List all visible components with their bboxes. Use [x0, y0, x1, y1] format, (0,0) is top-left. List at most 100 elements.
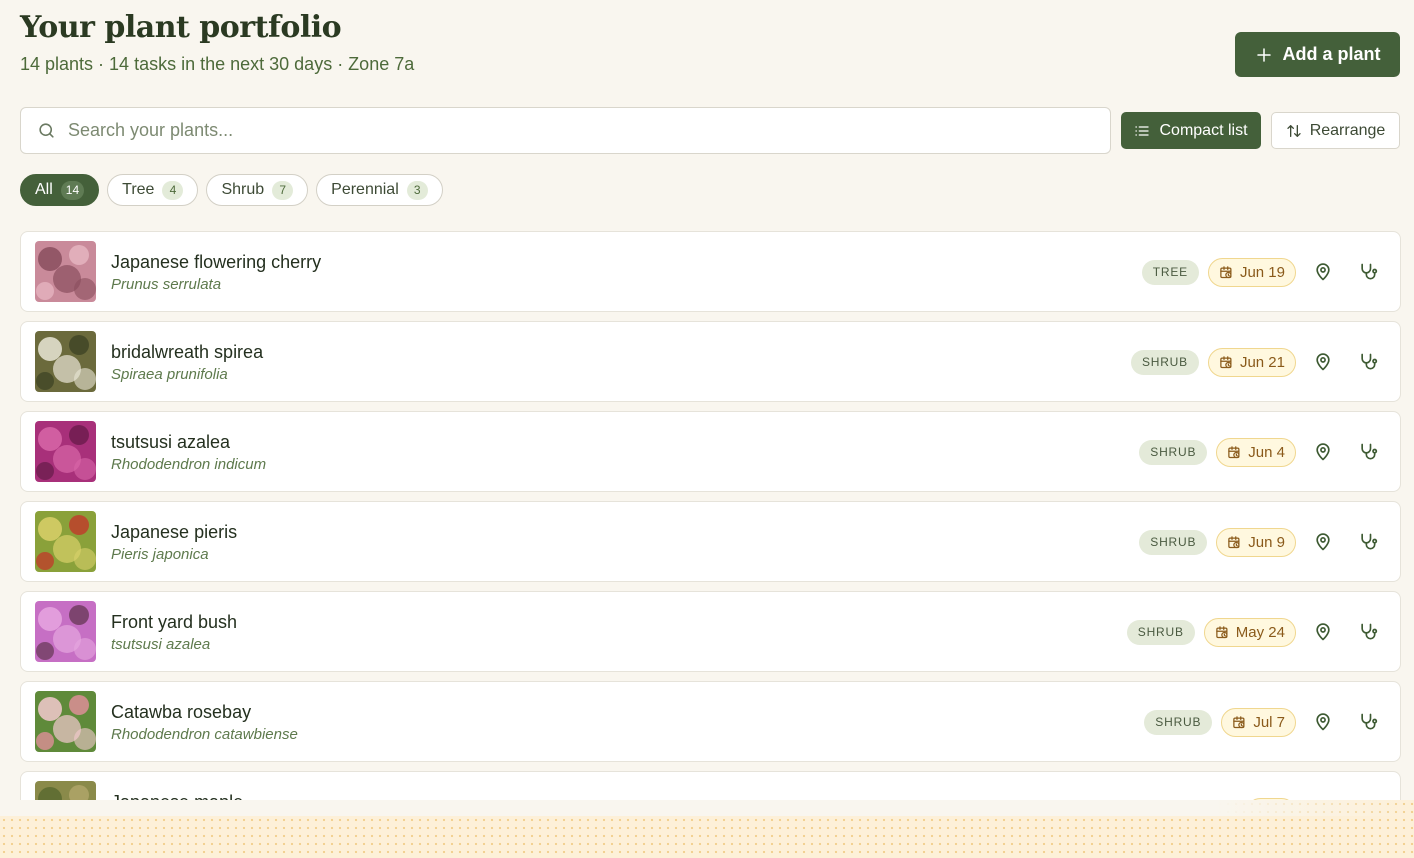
compact-list-label: Compact list: [1159, 121, 1248, 139]
map-pin-icon: [1316, 443, 1330, 461]
map-pin-icon: [1316, 353, 1330, 371]
plant-row[interactable]: Japanese flowering cherry Prunus serrulat…: [20, 231, 1401, 312]
filter-chips: All 14 Tree 4 Shrub 7 Perennial 3: [20, 174, 443, 206]
calendar-clock-icon: [1220, 355, 1232, 368]
plant-row[interactable]: tsutsusi azalea Rhododendron indicum SHRUB…: [20, 411, 1401, 492]
plant-row-actions: SHRUB Jun 9: [1139, 527, 1386, 557]
plant-common-name: Front yard bush: [111, 612, 238, 632]
next-task-date-badge[interactable]: Jun 19: [1207, 257, 1296, 287]
location-button[interactable]: [1305, 527, 1341, 557]
plant-names: Front yard bush tsutsusi azalea: [111, 612, 237, 653]
stethoscope-icon: [1361, 533, 1378, 550]
search-icon: [39, 123, 54, 138]
next-task-date: Jun 4: [1248, 443, 1285, 461]
filter-chip-count: 14: [60, 180, 85, 200]
filter-chip-label: Tree: [122, 181, 155, 198]
plant-names: Catawba rosebay Rhododendron catawbiense: [111, 702, 298, 743]
plant-thumbnail: [35, 241, 96, 302]
plant-type-badge: SHRUB: [1144, 709, 1213, 735]
location-button[interactable]: [1305, 437, 1341, 467]
page-subtitle: 14 plants · 14 tasks in the next 30 days…: [20, 54, 415, 74]
next-task-date-badge[interactable]: Jun 4: [1216, 437, 1296, 467]
plant-row-actions: SHRUB May 24: [1126, 617, 1386, 647]
plant-photo: [35, 601, 96, 662]
filter-chip-count: 4: [162, 180, 184, 200]
dotted-pattern-fade: [0, 800, 1414, 816]
plant-row[interactable]: Front yard bush tsutsusi azalea SHRUB May 2…: [20, 591, 1401, 672]
filter-chip-count: 7: [272, 180, 294, 200]
map-pin-icon: [1316, 533, 1330, 551]
search-box[interactable]: [20, 107, 1111, 154]
next-task-date-badge[interactable]: Jun 9: [1216, 527, 1296, 557]
next-task-date: Jun 21: [1239, 353, 1285, 371]
map-pin-icon: [1316, 713, 1330, 731]
compact-list-button[interactable]: Compact list: [1121, 112, 1261, 149]
next-task-date-badge[interactable]: May 24: [1203, 617, 1296, 647]
health-check-button[interactable]: [1350, 437, 1386, 467]
plant-scientific-name: Rhododendron catawbiense: [111, 726, 298, 743]
plant-names: tsutsusi azalea Rhododendron indicum: [111, 432, 266, 473]
calendar-clock-icon: [1228, 445, 1240, 458]
health-check-button[interactable]: [1350, 257, 1386, 287]
next-task-date: May 24: [1235, 623, 1285, 641]
plant-row[interactable]: Catawba rosebay Rhododendron catawbiense S…: [20, 681, 1401, 762]
rearrange-button[interactable]: Rearrange: [1271, 112, 1400, 149]
calendar-clock-icon: [1228, 535, 1240, 548]
plant-photo: [35, 511, 96, 572]
plant-common-name: Japanese flowering cherry: [111, 252, 322, 272]
stethoscope-icon: [1361, 443, 1378, 460]
rearrange-label: Rearrange: [1309, 121, 1386, 139]
plant-type-badge: SHRUB: [1139, 529, 1208, 555]
location-button[interactable]: [1305, 707, 1341, 737]
search-input[interactable]: [68, 120, 1110, 141]
stethoscope-icon: [1361, 713, 1378, 730]
add-plant-label: Add a plant: [1282, 44, 1381, 64]
health-check-button[interactable]: [1350, 527, 1386, 557]
filter-chip-shrub[interactable]: Shrub 7: [206, 174, 309, 206]
filter-chip-label: Perennial: [331, 181, 399, 198]
plant-row-actions: SHRUB Jul 7: [1144, 707, 1386, 737]
map-pin-icon: [1316, 263, 1330, 281]
filter-chip-label: All: [35, 181, 53, 198]
filter-chip-all[interactable]: All 14: [20, 174, 100, 206]
calendar-clock-icon: [1216, 625, 1228, 638]
plant-row[interactable]: bridalwreath spirea Spiraea prunifolia SHR…: [20, 321, 1401, 402]
stethoscope-icon: [1361, 353, 1378, 370]
plant-row-actions: TREE Jun 19: [1141, 257, 1386, 287]
plant-thumbnail: [35, 511, 96, 572]
plant-thumbnail: [35, 601, 96, 662]
plant-row-actions: SHRUB Jun 4: [1139, 437, 1386, 467]
plant-type-badge: SHRUB: [1130, 349, 1199, 375]
plant-common-name: Catawba rosebay: [111, 702, 252, 722]
add-plant-button[interactable]: Add a plant: [1235, 32, 1400, 77]
plant-names: bridalwreath spirea Spiraea prunifolia: [111, 342, 263, 383]
plant-names: Japanese flowering cherry Prunus serrulat…: [111, 252, 321, 293]
next-task-date: Jun 19: [1239, 263, 1285, 281]
plant-photo: [35, 421, 96, 482]
plant-scientific-name: Prunus serrulata: [111, 276, 222, 293]
plant-thumbnail: [35, 331, 96, 392]
filter-chip-count: 3: [406, 180, 428, 200]
health-check-button[interactable]: [1350, 707, 1386, 737]
plus-icon: [1256, 47, 1271, 62]
next-task-date: Jul 7: [1253, 713, 1285, 731]
health-check-button[interactable]: [1350, 347, 1386, 377]
filter-chip-tree[interactable]: Tree 4: [107, 174, 199, 206]
next-task-date-badge[interactable]: Jun 21: [1207, 347, 1296, 377]
plant-common-name: bridalwreath spirea: [111, 342, 264, 362]
filter-chip-perennial[interactable]: Perennial 3: [316, 174, 443, 206]
calendar-clock-icon: [1233, 715, 1245, 728]
next-task-date-badge[interactable]: Jul 7: [1221, 707, 1296, 737]
plant-thumbnail: [35, 691, 96, 752]
location-button[interactable]: [1305, 617, 1341, 647]
sort-arrows-icon: [1287, 124, 1301, 137]
plant-common-name: tsutsusi azalea: [111, 432, 231, 452]
plant-photo: [35, 691, 96, 752]
plant-thumbnail: [35, 421, 96, 482]
plant-type-badge: SHRUB: [1126, 619, 1195, 645]
health-check-button[interactable]: [1350, 617, 1386, 647]
plant-list: Japanese flowering cherry Prunus serrulat…: [20, 231, 1401, 858]
location-button[interactable]: [1305, 347, 1341, 377]
location-button[interactable]: [1305, 257, 1341, 287]
plant-row[interactable]: Japanese pieris Pieris japonica SHRUB Jun 9: [20, 501, 1401, 582]
